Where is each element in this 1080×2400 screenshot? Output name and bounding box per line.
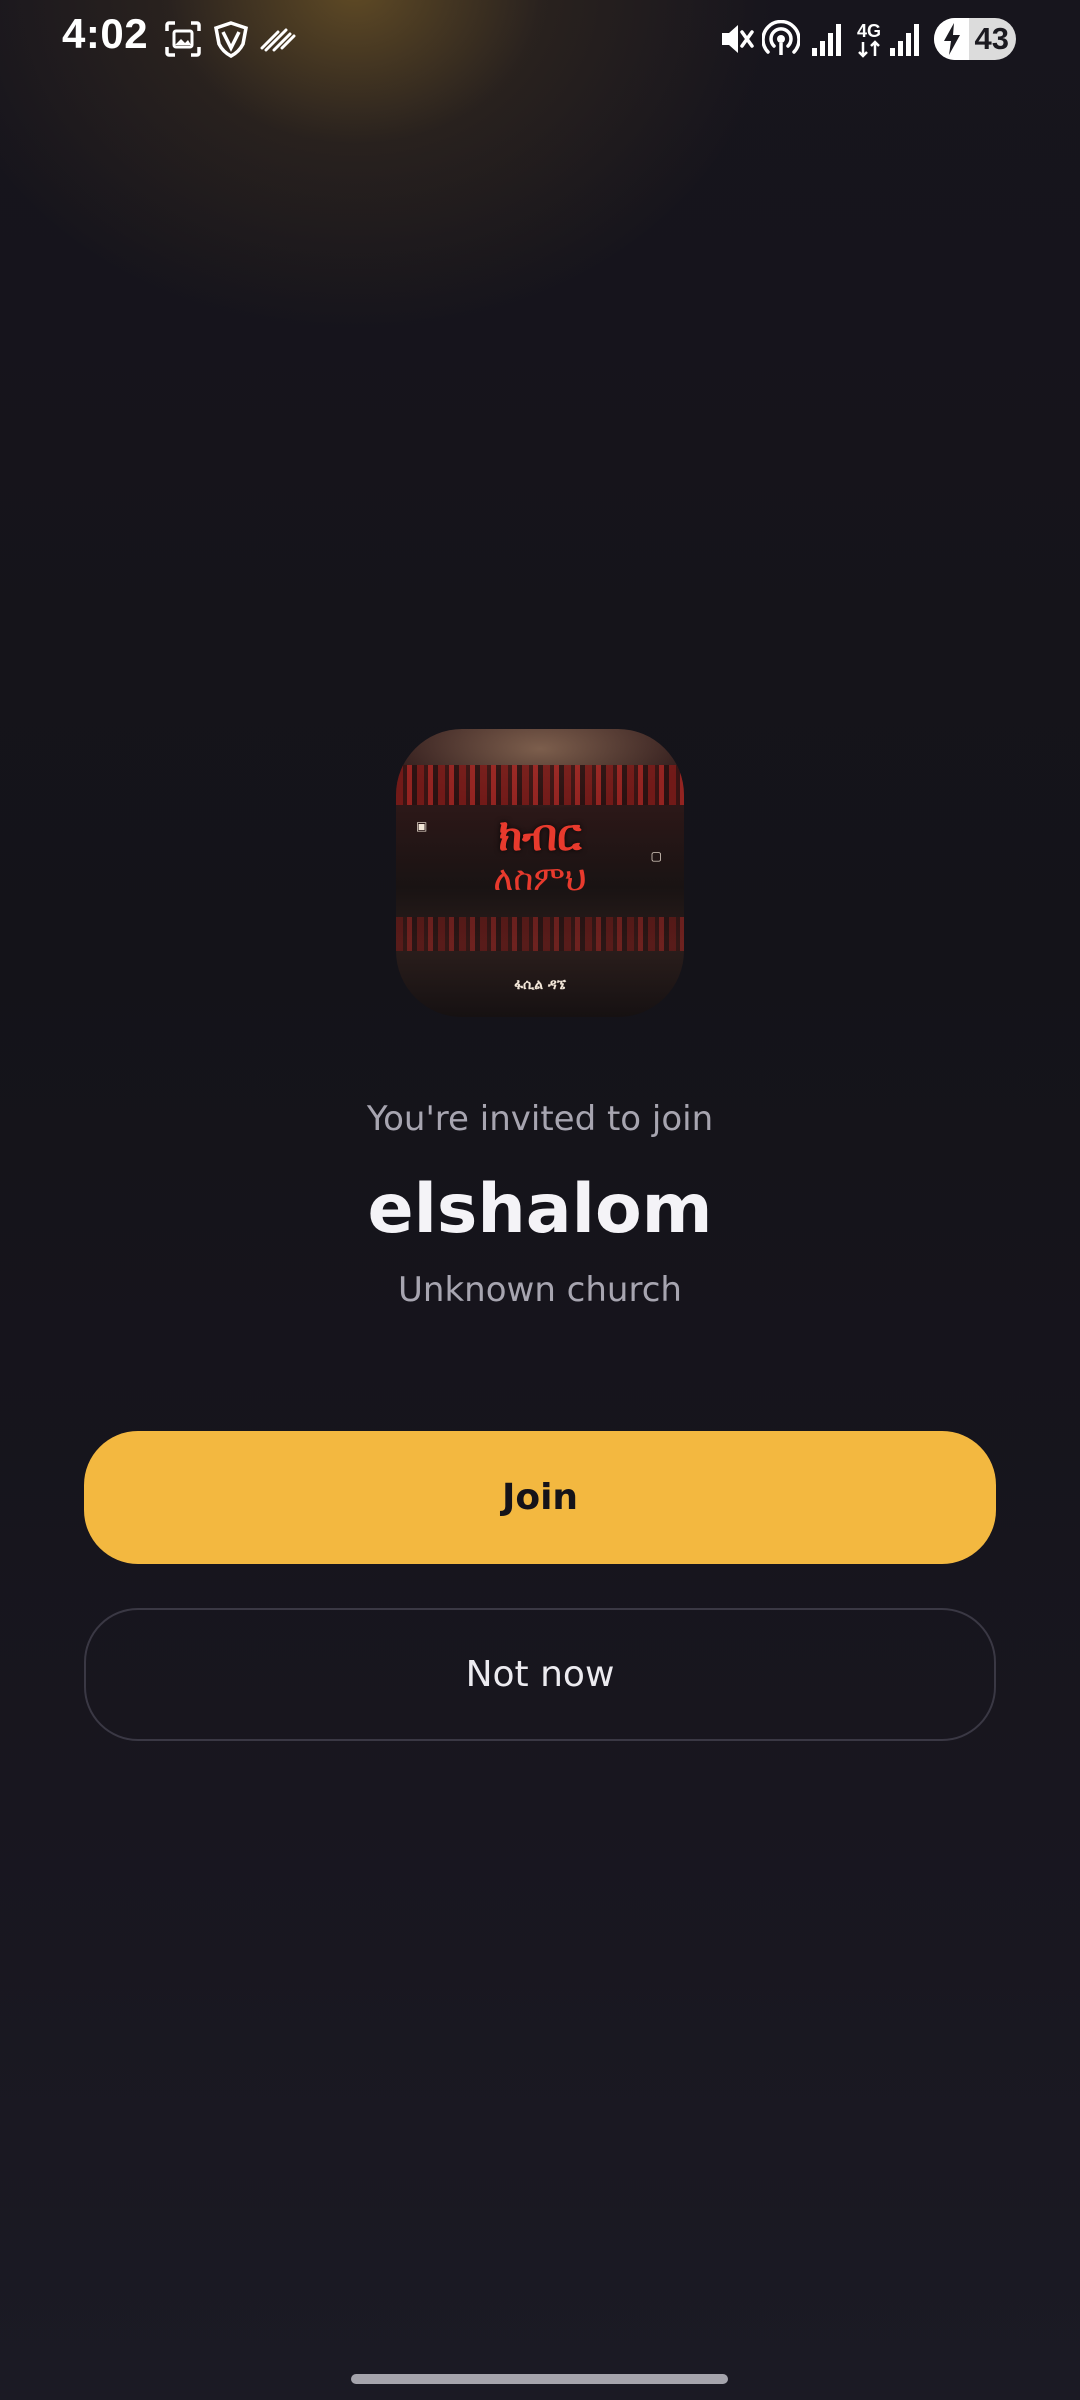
status-time: 4:02 — [62, 10, 149, 57]
not-now-button[interactable]: Not now — [84, 1608, 996, 1741]
status-bar: 4:02 4G 43 — [0, 0, 1080, 80]
church-label: Unknown church — [398, 1270, 682, 1310]
join-button[interactable]: Join — [84, 1431, 996, 1564]
avatar-caption: ፋሲል ዳኜ — [514, 977, 566, 993]
network-type-icon: 4G — [854, 22, 884, 62]
signal-icon — [810, 20, 844, 62]
screenshot-icon — [164, 20, 202, 62]
home-indicator[interactable] — [351, 2374, 728, 2384]
vpn-icon — [212, 20, 250, 62]
mute-icon — [718, 20, 754, 62]
signal-icon — [888, 20, 922, 62]
battery-percent: 43 — [974, 21, 1009, 56]
avatar-art-title: ክብር — [498, 810, 582, 861]
data-saver-icon — [260, 26, 296, 56]
battery-icon: 43 — [934, 18, 1016, 60]
avatar-art-subtitle: ለስምህ — [493, 859, 587, 899]
avatar-crowd-bottom — [396, 917, 684, 951]
group-name: elshalom — [367, 1170, 713, 1249]
charging-bolt-icon — [944, 23, 960, 55]
hotspot-icon — [761, 19, 801, 62]
avatar-crowd-top — [396, 765, 684, 805]
group-avatar: ▣ ▢ ክብር ለስምህ ፋሲል ዳኜ — [396, 729, 684, 1017]
network-type-label: 4G — [856, 21, 881, 41]
invite-intro-text: You're invited to join — [366, 1099, 714, 1139]
